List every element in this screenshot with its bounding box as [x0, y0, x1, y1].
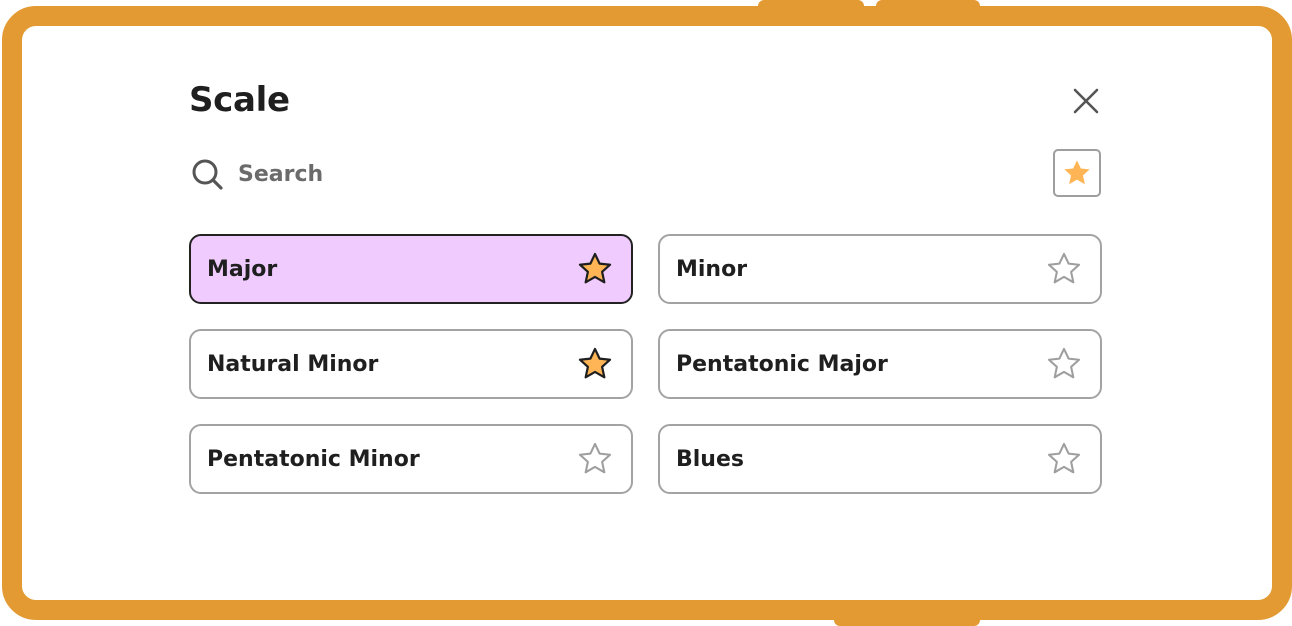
scale-option-major[interactable]: Major [189, 234, 633, 304]
close-button[interactable] [1066, 82, 1106, 122]
scale-option-natural-minor[interactable]: Natural Minor [189, 329, 633, 399]
star-outline-icon [578, 442, 612, 474]
search-input[interactable]: Search [190, 154, 790, 194]
star-outline-icon [1047, 252, 1081, 284]
star-filled-icon [578, 347, 612, 379]
search-icon [192, 159, 223, 190]
scale-option-label: Major [207, 256, 278, 282]
star-filled-icon [1064, 160, 1090, 185]
favorite-toggle[interactable] [575, 249, 615, 289]
scale-option-pentatonic-minor[interactable]: Pentatonic Minor [189, 424, 633, 494]
favorite-toggle[interactable] [1044, 439, 1084, 479]
scale-option-label: Pentatonic Minor [207, 446, 420, 472]
favorite-toggle[interactable] [575, 344, 615, 384]
scale-option-blues[interactable]: Blues [658, 424, 1102, 494]
star-filled-icon [578, 252, 612, 284]
favorite-toggle[interactable] [1044, 249, 1084, 289]
frame-tab [758, 0, 864, 10]
star-outline-icon [1047, 347, 1081, 379]
scale-option-label: Natural Minor [207, 351, 379, 377]
frame-tab [876, 0, 980, 10]
favorites-filter-button[interactable] [1053, 149, 1101, 197]
star-outline-icon [1047, 442, 1081, 474]
scale-option-pentatonic-major[interactable]: Pentatonic Major [658, 329, 1102, 399]
scale-option-label: Minor [676, 256, 748, 282]
close-icon [1073, 88, 1099, 114]
frame-tab [834, 614, 980, 626]
scale-option-label: Blues [676, 446, 744, 472]
favorite-toggle[interactable] [1044, 344, 1084, 384]
scale-option-minor[interactable]: Minor [658, 234, 1102, 304]
favorite-toggle[interactable] [575, 439, 615, 479]
search-placeholder: Search [238, 161, 324, 187]
scale-option-label: Pentatonic Major [676, 351, 888, 377]
dialog-title: Scale [189, 80, 290, 120]
